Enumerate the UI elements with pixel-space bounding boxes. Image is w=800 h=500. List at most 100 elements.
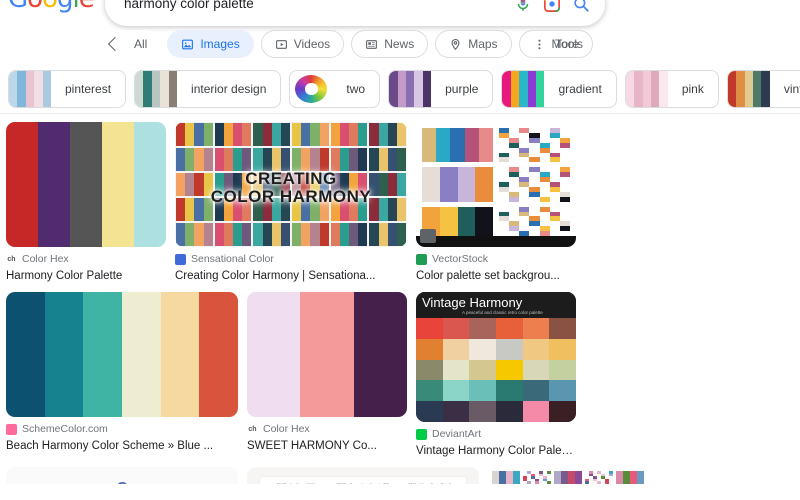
related-searches-chips: pinterest interior design two purple gradie…	[8, 70, 800, 108]
result-source-name: Sensational Color	[191, 253, 274, 265]
result-thumbnail[interactable]	[416, 122, 576, 247]
colorpoint-logo-icon: C	[6, 479, 238, 484]
logo-letter-o1: o	[27, 0, 43, 14]
tab-news-label: News	[384, 37, 415, 51]
logo-letter-g1: G	[8, 0, 28, 14]
image-icon	[182, 39, 194, 49]
related-search-chip[interactable]: interior design	[134, 70, 282, 108]
tools-button[interactable]: Tools	[555, 37, 583, 51]
result-title[interactable]: Color palette set backgrou...	[416, 268, 576, 284]
chip-thumbnail	[625, 71, 668, 107]
result-source-name: VectorStock	[432, 253, 489, 265]
vectorstock-watermark-bar	[416, 236, 576, 247]
result-source-name: Color Hex	[263, 423, 310, 435]
lens-camera-icon[interactable]	[543, 0, 561, 13]
video-play-icon	[275, 39, 287, 49]
image-result-card[interactable]: C#F2F2F2#A9B4B4#A19483#F5D1D1#C0A8A0Lega…	[6, 467, 238, 484]
overlay-line-2: COLOR HARMONY	[210, 186, 372, 206]
image-result-card[interactable]: ch Color Hex SWEET HARMONY Co...	[247, 292, 407, 459]
vectorstock-favicon	[416, 254, 427, 265]
tab-videos[interactable]: Videos	[260, 30, 345, 58]
result-title[interactable]: SWEET HARMONY Co...	[247, 438, 407, 454]
image-type-badge	[420, 229, 436, 243]
result-thumbnail[interactable]: C#F2F2F2#A9B4B4#A19483#F5D1D1#C0A8A0Lega…	[6, 467, 238, 484]
google-logo[interactable]: Google	[8, 0, 95, 14]
chip-thumbnail	[135, 71, 178, 107]
logo-letter-o2: o	[42, 0, 58, 14]
related-search-chip[interactable]: pink	[624, 70, 719, 108]
deviantart-favicon	[416, 429, 427, 440]
image-result-card[interactable]: SchemeColor.com Beach Harmony Color Schem…	[6, 292, 238, 459]
result-thumbnail[interactable]	[6, 122, 166, 247]
tab-images[interactable]: Images	[167, 30, 254, 58]
result-source[interactable]: ch Color Hex	[247, 423, 407, 436]
result-title[interactable]: Creating Color Harmony | Sensationa...	[175, 268, 407, 284]
result-thumbnail[interactable]: CREATING COLOR HARMONY	[175, 122, 407, 247]
image-result-card[interactable]: 123RFColor Palette Set Backgr...	[488, 467, 648, 484]
voice-search-icon[interactable]	[514, 0, 532, 13]
related-search-chip[interactable]: gradient	[501, 70, 617, 108]
page-header: Google harmony color palette	[0, 0, 800, 26]
result-thumbnail[interactable]	[6, 292, 238, 417]
chip-label: purple	[445, 82, 479, 96]
colorhex-favicon: ch	[247, 424, 258, 435]
map-pin-icon	[451, 38, 460, 50]
chip-thumbnail	[290, 71, 332, 107]
result-title[interactable]: Vintage Harmony Color Palett...	[416, 443, 576, 459]
search-box[interactable]: harmony color palette	[105, 0, 605, 26]
result-meta: ch Color Hex SWEET HARMONY Co...	[247, 417, 407, 454]
result-meta: DeviantArt Vintage Harmony Color Palett..…	[416, 422, 576, 459]
result-source-name: Color Hex	[22, 253, 69, 265]
chip-label: vintage harmony	[783, 82, 800, 96]
chip-thumbnail	[389, 71, 432, 107]
chip-label: two	[346, 82, 366, 96]
image-result-card[interactable]: CREATING COLOR HARMONY Sensational Color Cr…	[175, 122, 407, 284]
image-result-card[interactable]: ch Color Hex Harmony Color Palette	[6, 122, 166, 284]
result-source[interactable]: VectorStock	[416, 253, 576, 266]
image-results-grid: ch Color Hex Harmony Color Palette CREATING…	[0, 114, 800, 484]
swatch-column-label-top: PR122 – Quinacridone Magenta (DS)	[332, 483, 393, 484]
schemecolor-favicon	[6, 424, 17, 435]
result-thumbnail[interactable]: PY175 – Azo Green (W&N) PR122 – Quinacrid…	[247, 467, 479, 484]
vintage-header: Vintage Harmony A peaceful and classic re…	[416, 292, 576, 318]
related-search-chip[interactable]: vintage harmony	[726, 70, 800, 108]
result-source[interactable]: DeviantArt	[416, 428, 576, 441]
result-source-name: DeviantArt	[432, 428, 482, 440]
vintage-header-title: Vintage Harmony	[422, 295, 523, 310]
related-search-chip[interactable]: purple	[388, 70, 494, 108]
image-result-card[interactable]: Vintage Harmony A peaceful and classic re…	[416, 292, 576, 459]
swatch-column-label-top: PB15 – Winsor Green (Cobalt)	[399, 483, 460, 484]
result-title[interactable]: Harmony Color Palette	[6, 268, 166, 284]
image-result-card[interactable]: PY175 – Azo Green (W&N) PR122 – Quinacrid…	[247, 467, 479, 484]
result-meta: ch Color Hex Harmony Color Palette	[6, 247, 166, 284]
thumbnail-overlay-text: CREATING COLOR HARMONY	[175, 168, 407, 207]
chip-label: interior design	[191, 82, 267, 96]
watercolor-swatch-panel: PY175 – Azo Green (W&N) PR122 – Quinacrid…	[258, 476, 468, 484]
related-search-chip[interactable]: pinterest	[8, 70, 127, 108]
result-title[interactable]: Beach Harmony Color Scheme » Blue ...	[6, 438, 238, 454]
tab-all-label: All	[134, 37, 148, 51]
search-tabs: All Images Videos News Maps More Tools	[0, 26, 800, 62]
related-search-chip[interactable]: two	[289, 70, 381, 108]
result-thumbnail[interactable]	[488, 467, 648, 484]
tab-videos-label: Videos	[293, 37, 331, 51]
logo-letter-e: e	[79, 0, 95, 14]
tab-maps[interactable]: Maps	[435, 30, 512, 58]
swatch-column-label-top: PY175 – Azo Green (W&N)	[266, 483, 327, 484]
result-thumbnail[interactable]	[247, 292, 407, 417]
image-result-card[interactable]: VectorStock Color palette set backgrou...	[416, 122, 576, 284]
result-source-name: SchemeColor.com	[22, 423, 108, 435]
chip-thumbnail	[9, 71, 51, 107]
tab-news[interactable]: News	[351, 30, 429, 58]
chip-label: gradient	[558, 82, 602, 96]
result-source[interactable]: Sensational Color	[175, 253, 407, 266]
result-thumbnail[interactable]: Vintage Harmony A peaceful and classic re…	[416, 292, 576, 422]
overlay-line-1: CREATING	[245, 168, 337, 188]
newspaper-icon	[366, 39, 378, 49]
search-action-icons	[514, 0, 590, 13]
search-input[interactable]: harmony color palette	[124, 0, 514, 26]
result-source[interactable]: SchemeColor.com	[6, 423, 238, 436]
result-source[interactable]: ch Color Hex	[6, 253, 166, 266]
chip-thumbnail	[727, 71, 770, 107]
search-icon[interactable]	[572, 0, 590, 13]
